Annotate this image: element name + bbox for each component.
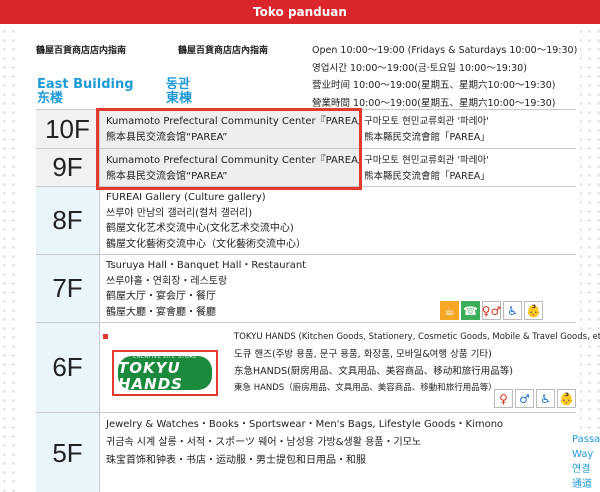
floor-main-text: Jewelry & Watches・Books・Sportswear・Men's… [106, 416, 503, 470]
building-en: East Building [37, 77, 134, 92]
floor-line: 구마모토 현민교류회관 '파레아' [364, 155, 489, 166]
floor-number: 5F [36, 413, 100, 492]
hours-en: Open 10:00～19:00 (Fridays & Saturdays 10… [312, 45, 578, 56]
floor-line: Tsuruya Hall・Banquet Hall・Restaurant [106, 260, 307, 271]
floor-line: 熊本縣民交流會館「PAREA」 [364, 170, 490, 182]
floor-main-text: Kumamoto Prefectural Community Center『PA… [106, 153, 368, 184]
passage-line: Way [572, 449, 594, 460]
floor-number: 7F [36, 255, 100, 322]
top-bar: Toko panduan [0, 0, 600, 24]
floor-main-text: Kumamoto Prefectural Community Center『PA… [106, 114, 368, 145]
floor-line: 鹤屋大厅・宴会厅・餐厅 [106, 291, 216, 302]
floor-line: 鶴屋文化藝術交流中心（文化藝術交流中心） [106, 238, 306, 250]
floor-line: 鹤屋文化艺术交流中心(文化艺术交流中心) [106, 223, 294, 234]
floor-line: FUREAI Gallery (Culture gallery) [106, 192, 266, 203]
floor-line: 구마모토 현민교류회관 '파레아' [364, 116, 489, 127]
wheelchair-icon: ♿ [536, 389, 555, 408]
guide-title-left: 鶴屋百貨商店店内指南 [36, 46, 127, 56]
floor-main-text: TOKYU HANDS (Kitchen Goods, Stationery, … [234, 329, 600, 397]
facility-icons-6f: ♀ ♂ ♿ 👶 [494, 389, 576, 408]
floor-row-9f[interactable]: 9F Kumamoto Prefectural Community Center… [36, 149, 576, 187]
building-zh-t: 東棟 [166, 91, 193, 106]
tokyu-hands-logo: CREATIVE LIFE STORE TOKYU HANDS [112, 350, 218, 396]
phone-icon: ☎ [461, 301, 480, 320]
floor-line: Kumamoto Prefectural Community Center『PA… [106, 116, 368, 127]
floor-number: 6F [36, 323, 100, 412]
baby-care-icon: 👶 [557, 389, 576, 408]
floor-number: 8F [36, 187, 100, 254]
building-label-right: 동관 東棟 [166, 78, 192, 106]
floor-directory: 10F Kumamoto Prefectural Community Cente… [36, 109, 600, 492]
floor-line: 珠宝首饰和钟表・书店・运动服・男士提包和日用品・和服 [106, 455, 366, 466]
floor-side-text: 구마모토 현민교류회관 '파레아' 熊本縣民交流會館「PAREA」 [364, 153, 490, 184]
logo-wordmark: TOKYU HANDS [118, 359, 183, 393]
floor-row-10f[interactable]: 10F Kumamoto Prefectural Community Cente… [36, 110, 576, 149]
floor-line: 东急HANDS(厨房用品、文具用品、美容商品、移动和旅行用品等) [234, 366, 514, 377]
floor-line: 熊本县民交流会馆“PAREA” [106, 131, 228, 143]
restroom-icon: ♂ [515, 389, 534, 408]
cafe-icon: ☕ [440, 301, 459, 320]
opening-hours: Open 10:00～19:00 (Fridays & Saturdays 10… [312, 42, 577, 112]
building-label-left: East Building 东楼 [37, 78, 134, 106]
floor-line: 熊本縣民交流會館「PAREA」 [364, 131, 490, 143]
building-ko: 동관 [166, 77, 190, 92]
floor-row-7f[interactable]: 7F Tsuruya Hall・Banquet Hall・Restaurant … [36, 255, 576, 323]
floor-number: 10F [36, 110, 100, 148]
wheelchair-icon: ♿ [503, 301, 522, 320]
floor-line: 쓰루야 만남의 갤러리(컬처 갤러리) [106, 207, 253, 219]
passage-line: 연결 [572, 464, 591, 475]
passage-line: 通道 [572, 479, 592, 490]
floor-side-text: 구마모토 현민교류회관 '파레아' 熊本縣民交流會館「PAREA」 [364, 114, 490, 145]
floor-row-8f[interactable]: 8F FUREAI Gallery (Culture gallery) 쓰루야 … [36, 187, 576, 255]
top-bar-title: Toko panduan [253, 5, 347, 19]
floor-line: 쓰루야홀・연회장・레스토랑 [106, 275, 228, 287]
floor-number: 9F [36, 149, 100, 186]
floor-line: TOKYU HANDS (Kitchen Goods, Stationery, … [234, 332, 600, 342]
floor-line: 귀금속 시계 살롱・서적・スポーツ 웨어・남성용 가방&생활 용품・기모노 [106, 437, 422, 448]
floor-main-text: FUREAI Gallery (Culture gallery) 쓰루야 만남의… [106, 190, 306, 252]
passage-line: Passa [572, 434, 600, 445]
floor-line: 鶴屋大廳・宴會廳・餐廳 [106, 306, 216, 318]
restroom-icon: ♀♂ [482, 301, 501, 320]
building-zh-s: 东楼 [37, 91, 64, 106]
passage-way-label: Passa Way 연결 通道 [572, 432, 600, 492]
guide-title-right: 鶴屋百貨商店店內指南 [178, 46, 269, 56]
floor-line: 도큐 핸즈(주방 용품, 문구 용품, 화장품, 모바일&여행 상품 기타) [234, 349, 492, 360]
baby-care-icon: 👶 [524, 301, 543, 320]
marker-square [103, 334, 108, 339]
restroom-icon: ♀ [494, 389, 513, 408]
floor-line: Jewelry & Watches・Books・Sportswear・Men's… [106, 419, 504, 430]
floor-line: 熊本县民交流会馆“PAREA” [106, 170, 228, 182]
floor-main-text: Tsuruya Hall・Banquet Hall・Restaurant 쓰루야… [106, 258, 306, 320]
hours-zh-s: 营业时间 10:00～19:00(星期五、星期六10:00～19:30) [312, 80, 556, 91]
tokyu-hands-logo-badge: CREATIVE LIFE STORE TOKYU HANDS [118, 354, 212, 393]
hours-ko: 영업시간 10:00～19:00(금·토요일 10:00～19:30) [312, 62, 527, 74]
floor-row-5f[interactable]: 5F Jewelry & Watches・Books・Sportswear・Me… [36, 413, 576, 492]
facility-icons-7f: ☕ ☎ ♀♂ ♿ 👶 [440, 301, 543, 320]
floor-line: Kumamoto Prefectural Community Center『PA… [106, 155, 368, 166]
